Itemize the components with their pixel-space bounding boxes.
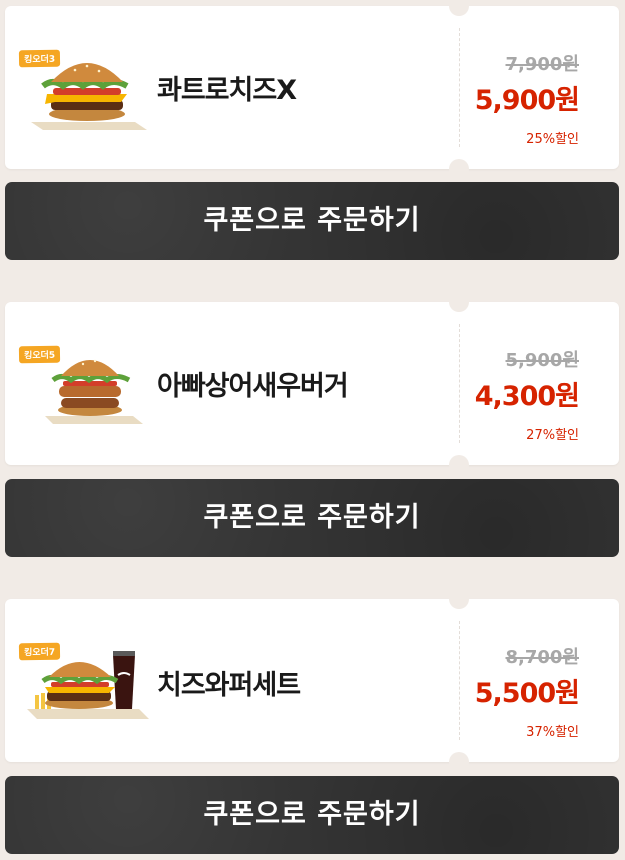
- sale-price: 5,500원: [474, 678, 580, 709]
- coupon-card[interactable]: 킹오더3 콰트로치즈X 7,900원 5,900원 25%할인: [5, 0, 619, 179]
- ticket-notch: [449, 159, 469, 179]
- discount-rate: 27%할인: [526, 428, 579, 443]
- ticket-notch: [449, 292, 469, 312]
- ticket-notch: [449, 589, 469, 609]
- order-with-coupon-button[interactable]: 쿠폰으로 주문하기: [5, 479, 619, 557]
- ticket-notch: [449, 455, 469, 475]
- set-meal-image: [27, 651, 149, 719]
- divider: [459, 28, 460, 147]
- original-price: 8,700원: [505, 647, 580, 668]
- ticket-notch: [449, 752, 469, 772]
- original-price: 5,900원: [505, 350, 580, 371]
- order-with-coupon-button[interactable]: 쿠폰으로 주문하기: [5, 776, 619, 854]
- coupon-card[interactable]: 킹오더5 아빠상어새우버거 5,900원 4,300원 27%할인: [5, 292, 619, 475]
- divider: [459, 324, 460, 443]
- product-name: 콰트로치즈X: [157, 75, 297, 106]
- sale-price: 5,900원: [474, 85, 580, 116]
- discount-rate: 37%할인: [526, 725, 579, 740]
- product-name: 아빠상어새우버거: [157, 371, 349, 402]
- discount-rate: 25%할인: [526, 132, 579, 147]
- divider: [459, 621, 460, 740]
- original-price: 7,900원: [505, 54, 580, 75]
- burger-image: [45, 359, 143, 424]
- product-name: 치즈와퍼세트: [157, 670, 301, 701]
- burger-image: [31, 63, 147, 130]
- order-with-coupon-button[interactable]: 쿠폰으로 주문하기: [5, 182, 619, 260]
- ticket-notch: [449, 0, 469, 16]
- sale-price: 4,300원: [474, 381, 580, 412]
- coupon-card[interactable]: 킹오더7 치즈와퍼세트 8,700원 5,500원 37%할인: [5, 589, 619, 772]
